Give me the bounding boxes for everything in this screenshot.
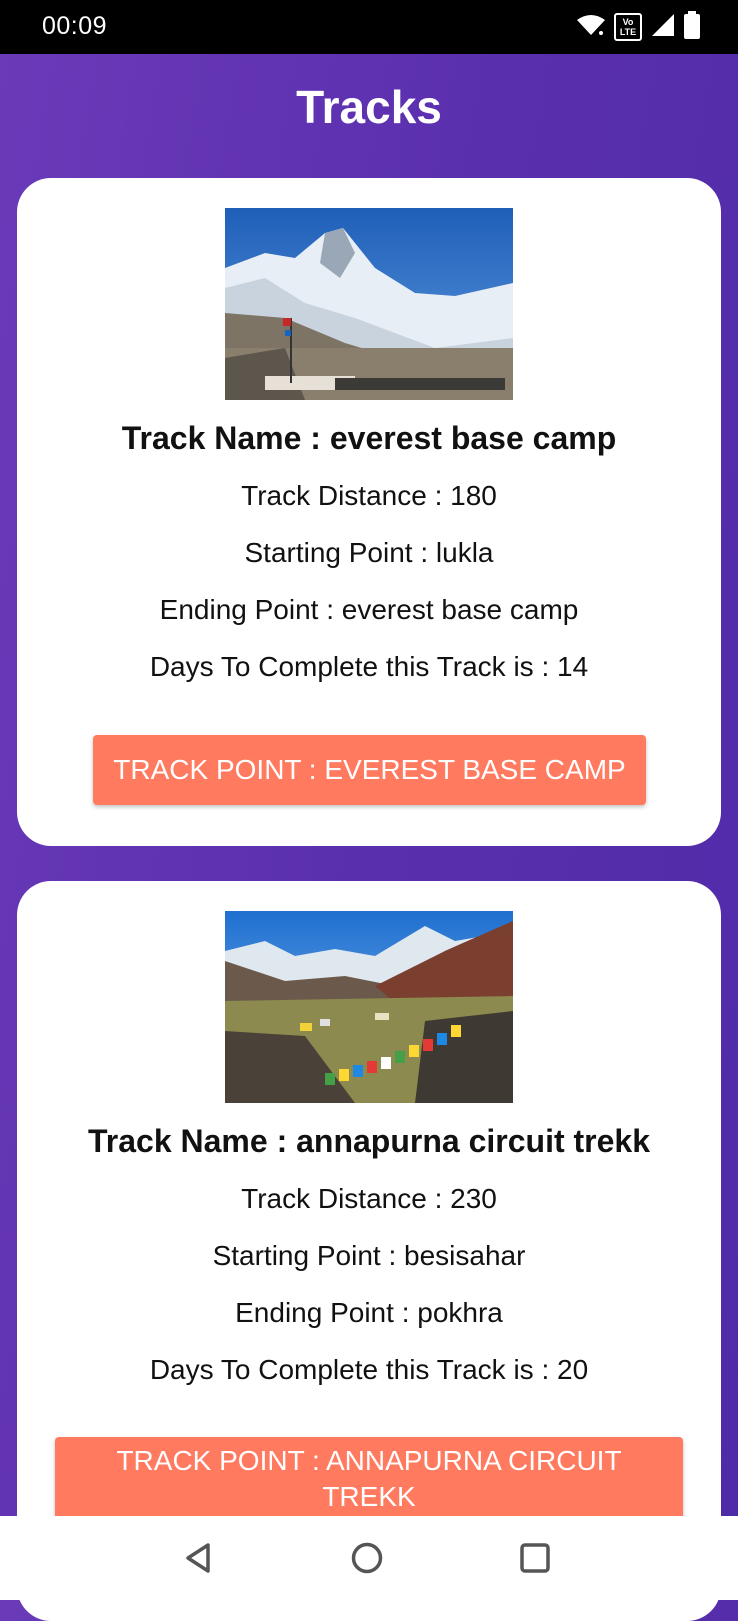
days-to-complete: Days To Complete this Track is : 20	[149, 1354, 589, 1385]
track-point-button[interactable]: TRACK POINT : EVEREST BASE CAMP	[93, 735, 646, 805]
battery-icon	[684, 10, 700, 44]
volte-icon: Vo LTE	[614, 13, 642, 41]
starting-point: Starting Point : lukla	[244, 537, 494, 568]
home-icon[interactable]	[349, 1540, 385, 1581]
track-distance: Track Distance : 180	[241, 480, 497, 511]
recents-icon[interactable]	[517, 1540, 553, 1581]
wifi-icon	[576, 13, 606, 42]
volte-label-top: Vo	[622, 17, 634, 27]
starting-point: Starting Point : besisahar	[212, 1240, 526, 1271]
days-to-complete: Days To Complete this Track is : 14	[149, 651, 589, 682]
back-icon[interactable]	[180, 1540, 216, 1581]
status-bar: 00:09 Vo LTE	[0, 0, 738, 54]
track-card: Track Name : everest base camp Track Dis…	[17, 178, 721, 846]
track-card: Track Name : annapurna circuit trekk Tra…	[17, 881, 721, 1621]
signal-icon	[650, 12, 676, 43]
ending-point: Ending Point : everest base camp	[159, 594, 579, 625]
track-image	[225, 911, 513, 1103]
page-title: Tracks	[296, 81, 442, 133]
status-icons: Vo LTE	[576, 10, 700, 44]
track-point-button-line1: TRACK POINT : ANNAPURNA CIRCUIT	[116, 1445, 622, 1476]
track-image	[225, 208, 513, 400]
track-point-button-line2: TREKK	[322, 1481, 416, 1512]
track-name: Track Name : everest base camp	[121, 420, 617, 456]
navigation-bar	[0, 1516, 738, 1600]
status-time: 00:09	[42, 12, 108, 40]
volte-label-bottom: LTE	[619, 27, 637, 37]
ending-point: Ending Point : pokhra	[235, 1297, 503, 1328]
track-point-button[interactable]: TRACK POINT : ANNAPURNA CIRCUIT TREKK	[55, 1437, 683, 1521]
track-name: Track Name : annapurna circuit trekk	[88, 1123, 650, 1159]
track-distance: Track Distance : 230	[241, 1183, 497, 1214]
